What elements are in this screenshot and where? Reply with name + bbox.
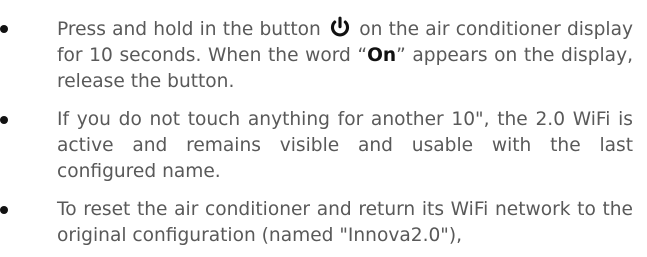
item-text: To reset the air conditioner and return …	[57, 199, 633, 246]
list-item: Press and hold in the button on the air …	[0, 16, 647, 95]
list-item: If you do not touch anything for another…	[0, 107, 647, 185]
item-text: If you do not touch anything for another…	[57, 109, 633, 182]
on-word: On	[367, 45, 397, 66]
bullet-icon	[0, 116, 8, 124]
list-item: To reset the air conditioner and return …	[0, 197, 647, 249]
instruction-list: Press and hold in the button on the air …	[0, 16, 647, 249]
bullet-icon	[0, 206, 8, 214]
item-text-start: Press and hold in the button	[57, 19, 321, 40]
instruction-page: Press and hold in the button on the air …	[0, 0, 647, 249]
power-icon	[330, 16, 350, 37]
bullet-icon	[0, 25, 8, 33]
